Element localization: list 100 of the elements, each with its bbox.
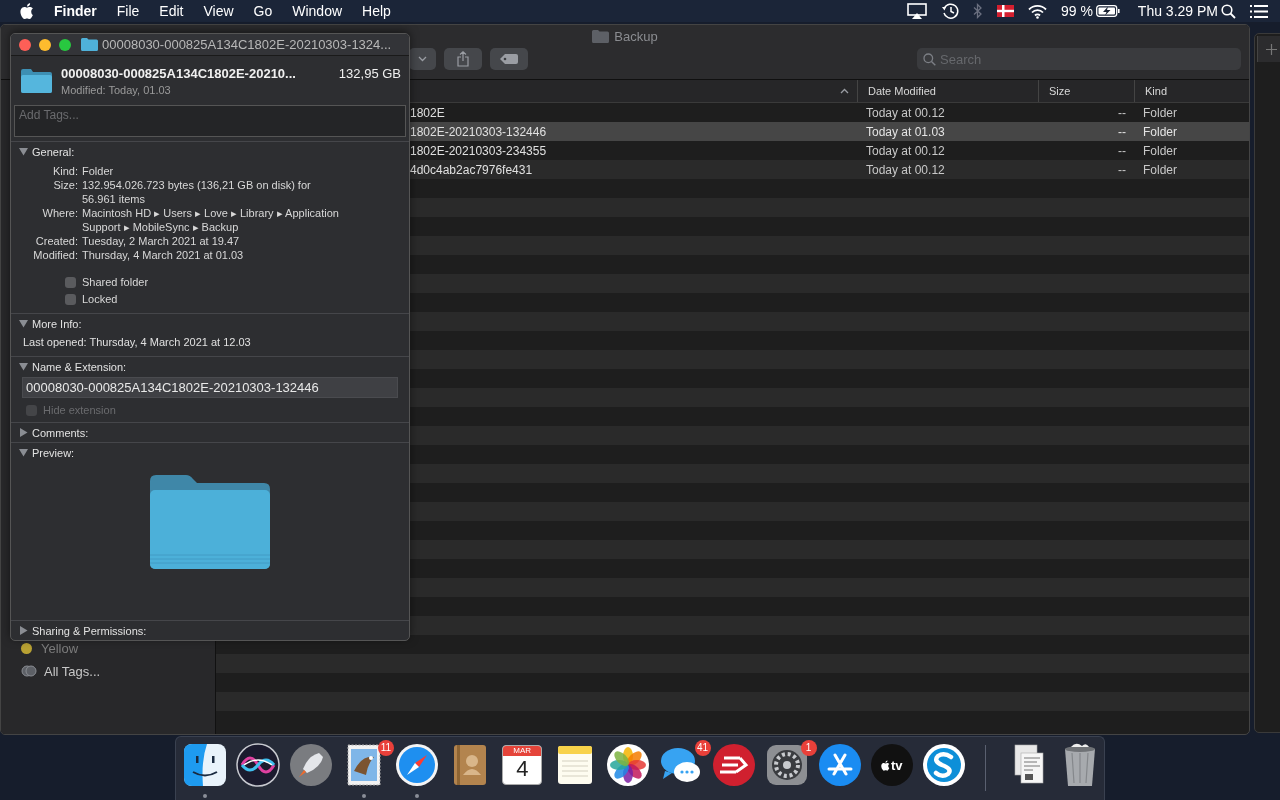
- bluetooth-icon[interactable]: [972, 3, 983, 19]
- triangle-down-icon: [19, 147, 28, 156]
- clock-history-icon[interactable]: [940, 2, 959, 20]
- triangle-right-icon: [19, 626, 28, 635]
- compass-icon[interactable]: [393, 741, 441, 789]
- field-label: Modified:: [32, 248, 78, 262]
- section-header[interactable]: Preview:: [11, 443, 409, 462]
- search-icon: [923, 53, 936, 66]
- triangle-down-icon: [19, 448, 28, 457]
- field-label: Created:: [34, 234, 78, 248]
- file-name: 4d0c4ab2ac7976fe431: [409, 162, 534, 177]
- column-header[interactable]: Date Modified: [857, 80, 1038, 102]
- field-value: Thursday, 4 March 2021 at 01.03: [82, 248, 245, 262]
- checkbox[interactable]: Shared folder: [65, 276, 409, 288]
- tag-icon: [500, 54, 518, 64]
- date-cell-text: Today at 00.12: [865, 162, 946, 177]
- field-label: Size:: [52, 178, 78, 193]
- menu-item[interactable]: Window: [292, 3, 343, 19]
- section-header[interactable]: Name & Extension:: [11, 357, 409, 376]
- caret-icon: [418, 56, 427, 62]
- screen-mirroring-icon[interactable]: [906, 3, 927, 19]
- orb-icon[interactable]: [234, 741, 282, 789]
- column-header[interactable]: Kind: [1134, 80, 1249, 102]
- menu-item[interactable]: Go: [253, 3, 273, 19]
- action-menu-button[interactable]: [409, 48, 436, 70]
- zoom-button[interactable]: [59, 38, 71, 51]
- list-icon[interactable]: [1250, 4, 1268, 18]
- folder-icon: [21, 68, 52, 93]
- column-header[interactable]: Size: [1038, 80, 1134, 102]
- share-button[interactable]: [444, 48, 482, 70]
- apple-logo-icon[interactable]: [20, 3, 34, 19]
- wifi-icon[interactable]: [1027, 3, 1047, 19]
- kind-cell-text: Folder: [1142, 162, 1178, 177]
- checkbox[interactable]: Locked: [65, 293, 409, 305]
- notification-badge: 11: [378, 740, 394, 756]
- tags-field[interactable]: Add Tags...: [14, 105, 406, 137]
- calendar-icon[interactable]: MAR 4: [502, 745, 543, 785]
- file-name: 1802E: [409, 105, 446, 120]
- minimize-button[interactable]: [39, 38, 51, 51]
- size-cell-text: --: [1117, 162, 1127, 177]
- kind-cell-text: Folder: [1142, 105, 1178, 120]
- sidebar-item[interactable]: All Tags...: [21, 662, 215, 680]
- field-value: Folder: [82, 164, 115, 178]
- smiling-face-icon[interactable]: [181, 741, 229, 789]
- field-value: Tuesday, 2 March 2021 at 19.47: [82, 234, 241, 248]
- app-menu[interactable]: Finder: [54, 3, 97, 19]
- menu-item[interactable]: File: [116, 3, 140, 19]
- overlapping-circles-icon: [21, 665, 37, 677]
- section-header[interactable]: More Info:: [11, 314, 409, 333]
- file-size: 132,95 GB: [338, 65, 401, 81]
- tv-label: tv: [891, 757, 903, 773]
- file-name: 00008030-000825A134C1802E-20210...: [61, 65, 296, 81]
- calendar-day: 4: [516, 756, 529, 782]
- folder-icon: [81, 38, 98, 51]
- field-value: 132.954.026.723 bytes (136,21 GB on disk) for 56.961 items: [82, 178, 312, 206]
- share-icon: [457, 51, 469, 67]
- name-field[interactable]: 00008030-000825A134C1802E-20210303-132446: [22, 377, 398, 398]
- size-cell-text: --: [1117, 143, 1127, 158]
- field-label: Kind:: [51, 164, 78, 178]
- field-label: Where:: [41, 206, 78, 221]
- menu-item[interactable]: Help: [362, 3, 391, 19]
- menu-item[interactable]: Edit: [159, 3, 184, 19]
- window-title: 00008030-000825A134C1802E-20210303-1324...: [102, 37, 392, 52]
- kind-cell-text: Folder: [1142, 124, 1178, 139]
- notification-badge: 41: [694, 740, 711, 756]
- menu-clock[interactable]: Thu 3.29 PM: [1137, 3, 1218, 19]
- file-name: 1802E-20210303-132446: [409, 124, 548, 139]
- triangle-down-icon: [19, 319, 28, 328]
- file-name: 1802E-20210303-234355: [409, 143, 548, 158]
- sort-ascending-icon: [840, 88, 849, 94]
- last-opened-text: Last opened: Thursday, 4 March 2021 at 12.03: [22, 335, 252, 350]
- size-cell-text: --: [1117, 105, 1127, 120]
- section-header[interactable]: Sharing & Permissions:: [11, 621, 409, 640]
- triangle-down-icon: [19, 362, 28, 371]
- field-value: Macintosh HD ▸ Users ▸ Love ▸ Library ▸ Application Support ▸ MobileSync ▸ Backup: [82, 206, 340, 234]
- apple-logo-icon: [881, 759, 890, 771]
- flag-icon[interactable]: [996, 5, 1014, 17]
- close-button[interactable]: [19, 38, 31, 51]
- date-cell-text: Today at 00.12: [865, 143, 946, 158]
- section-header[interactable]: Comments:: [11, 423, 409, 442]
- battery-charging-icon[interactable]: [1095, 5, 1120, 17]
- modified-date: Modified: Today, 01.03: [61, 83, 172, 96]
- notification-badge: 1: [800, 740, 817, 756]
- date-cell-text: Today at 00.12: [865, 105, 946, 120]
- size-cell-text: --: [1117, 124, 1127, 139]
- rocket-icon[interactable]: [287, 741, 335, 789]
- search-icon[interactable]: [1221, 3, 1236, 19]
- plus-icon: [1265, 43, 1277, 55]
- menu-item[interactable]: View: [203, 3, 234, 19]
- date-cell-text: Today at 01.03: [865, 124, 946, 139]
- add-tab-button[interactable]: [1257, 36, 1280, 62]
- tag-button[interactable]: [490, 48, 528, 70]
- folder-icon: [150, 475, 270, 569]
- tv-icon[interactable]: tv: [870, 744, 913, 786]
- calendar-month: MAR: [503, 746, 542, 756]
- sidebar-item[interactable]: Yellow: [21, 639, 215, 657]
- battery-percentage[interactable]: 99 %: [1060, 3, 1093, 19]
- triangle-right-icon: [19, 428, 28, 437]
- folder-icon: [592, 29, 610, 43]
- window-title: Backup: [614, 28, 658, 44]
